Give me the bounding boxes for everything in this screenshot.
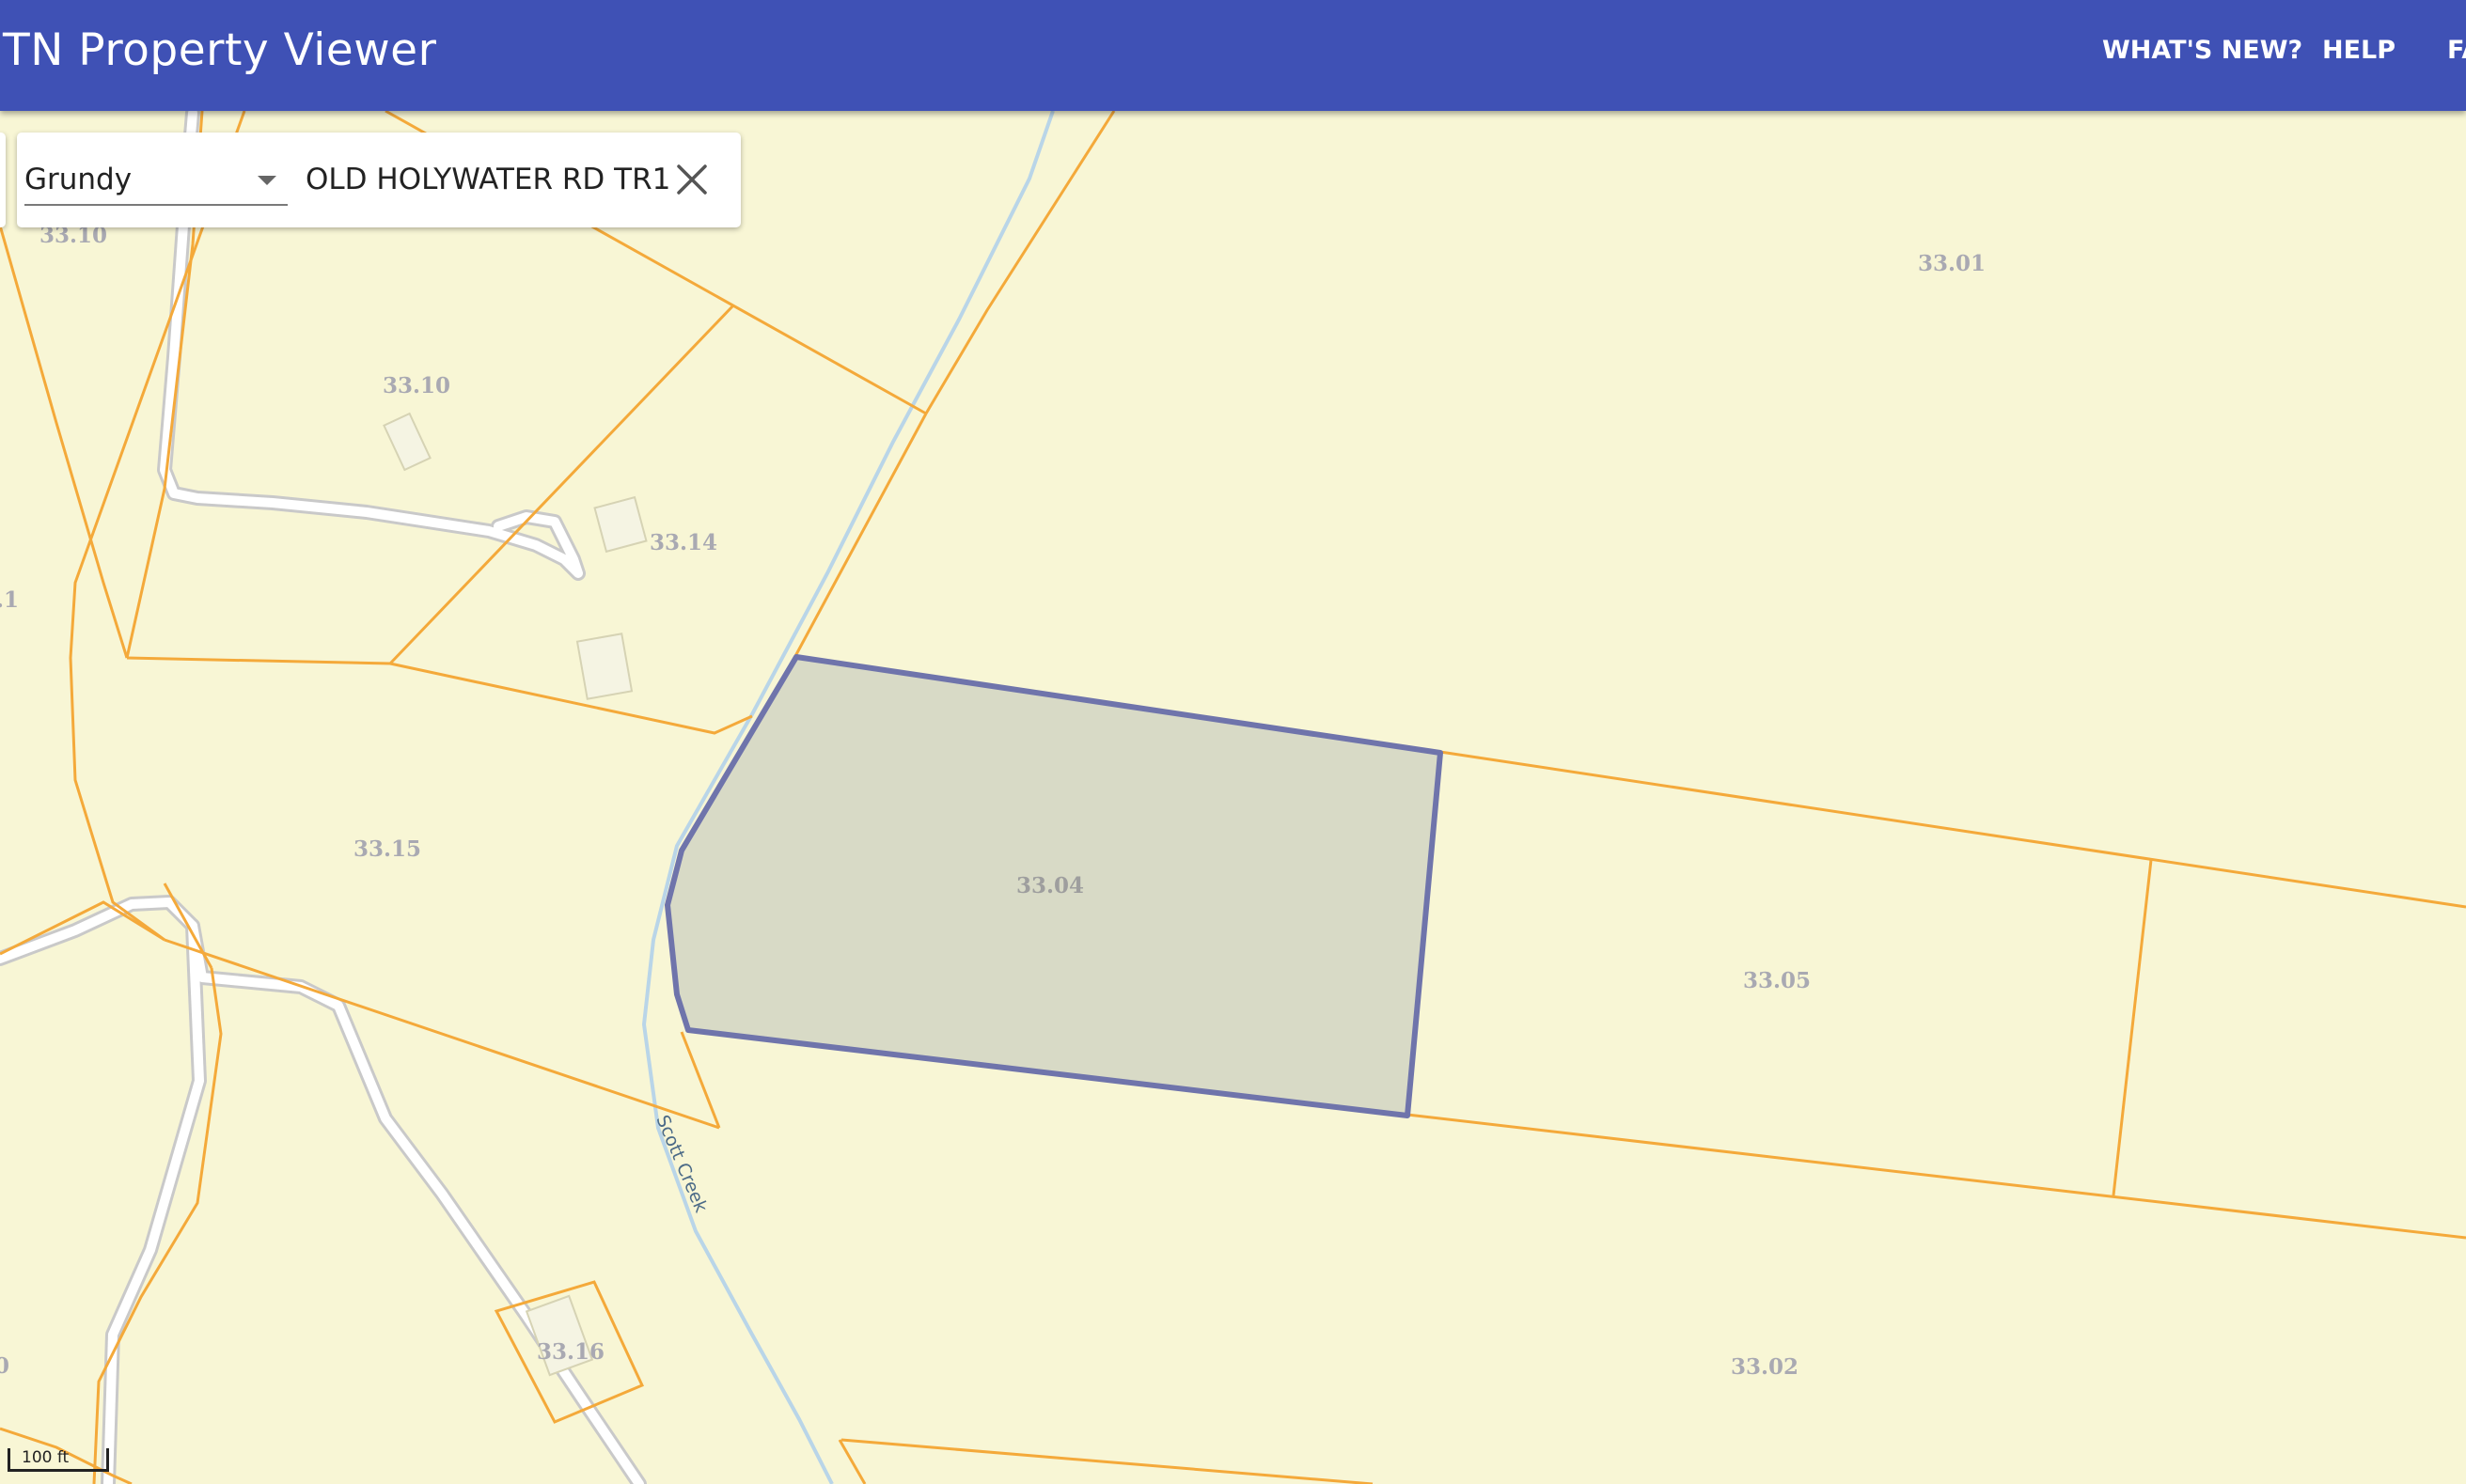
address-search-input[interactable]: OLD HOLYWATER RD TR1 xyxy=(306,163,670,196)
county-select-value: Grundy xyxy=(24,163,133,196)
parcel-label[interactable]: 33.10 xyxy=(383,373,450,398)
nav-faq[interactable]: FA xyxy=(2447,36,2466,65)
parcel-label[interactable]: 33.05 xyxy=(1743,968,1811,993)
parcel-label[interactable]: 33.15 xyxy=(353,836,421,862)
parcel-label[interactable]: 33.04 xyxy=(1016,873,1084,898)
parcel-label[interactable]: 33.16 xyxy=(537,1339,605,1365)
parcel-label[interactable]: 0 xyxy=(0,1353,9,1379)
scale-label: 100 ft xyxy=(22,1448,70,1467)
search-panel: Grundy OLD HOLYWATER RD TR1 xyxy=(17,133,741,227)
county-select[interactable]: Grundy xyxy=(24,157,288,206)
parcel-label[interactable]: 33.02 xyxy=(1731,1354,1798,1380)
collapsed-panel-edge[interactable] xyxy=(0,133,6,227)
close-icon xyxy=(677,164,707,195)
nav-help[interactable]: HELP xyxy=(2322,36,2395,65)
app-header: TN Property Viewer WHAT'S NEW? HELP FA xyxy=(0,0,2466,111)
parcel-label[interactable]: 33.01 xyxy=(1918,251,1986,276)
caret-down-icon xyxy=(258,176,276,185)
map-scale-bar: 100 ft xyxy=(8,1448,109,1472)
nav-whats-new[interactable]: WHAT'S NEW? xyxy=(2102,36,2302,65)
clear-search-button[interactable] xyxy=(671,159,713,200)
parcel-label[interactable]: .1 xyxy=(0,587,19,613)
parcel-label[interactable]: 33.14 xyxy=(650,530,717,555)
app-title: TN Property Viewer xyxy=(3,24,437,76)
